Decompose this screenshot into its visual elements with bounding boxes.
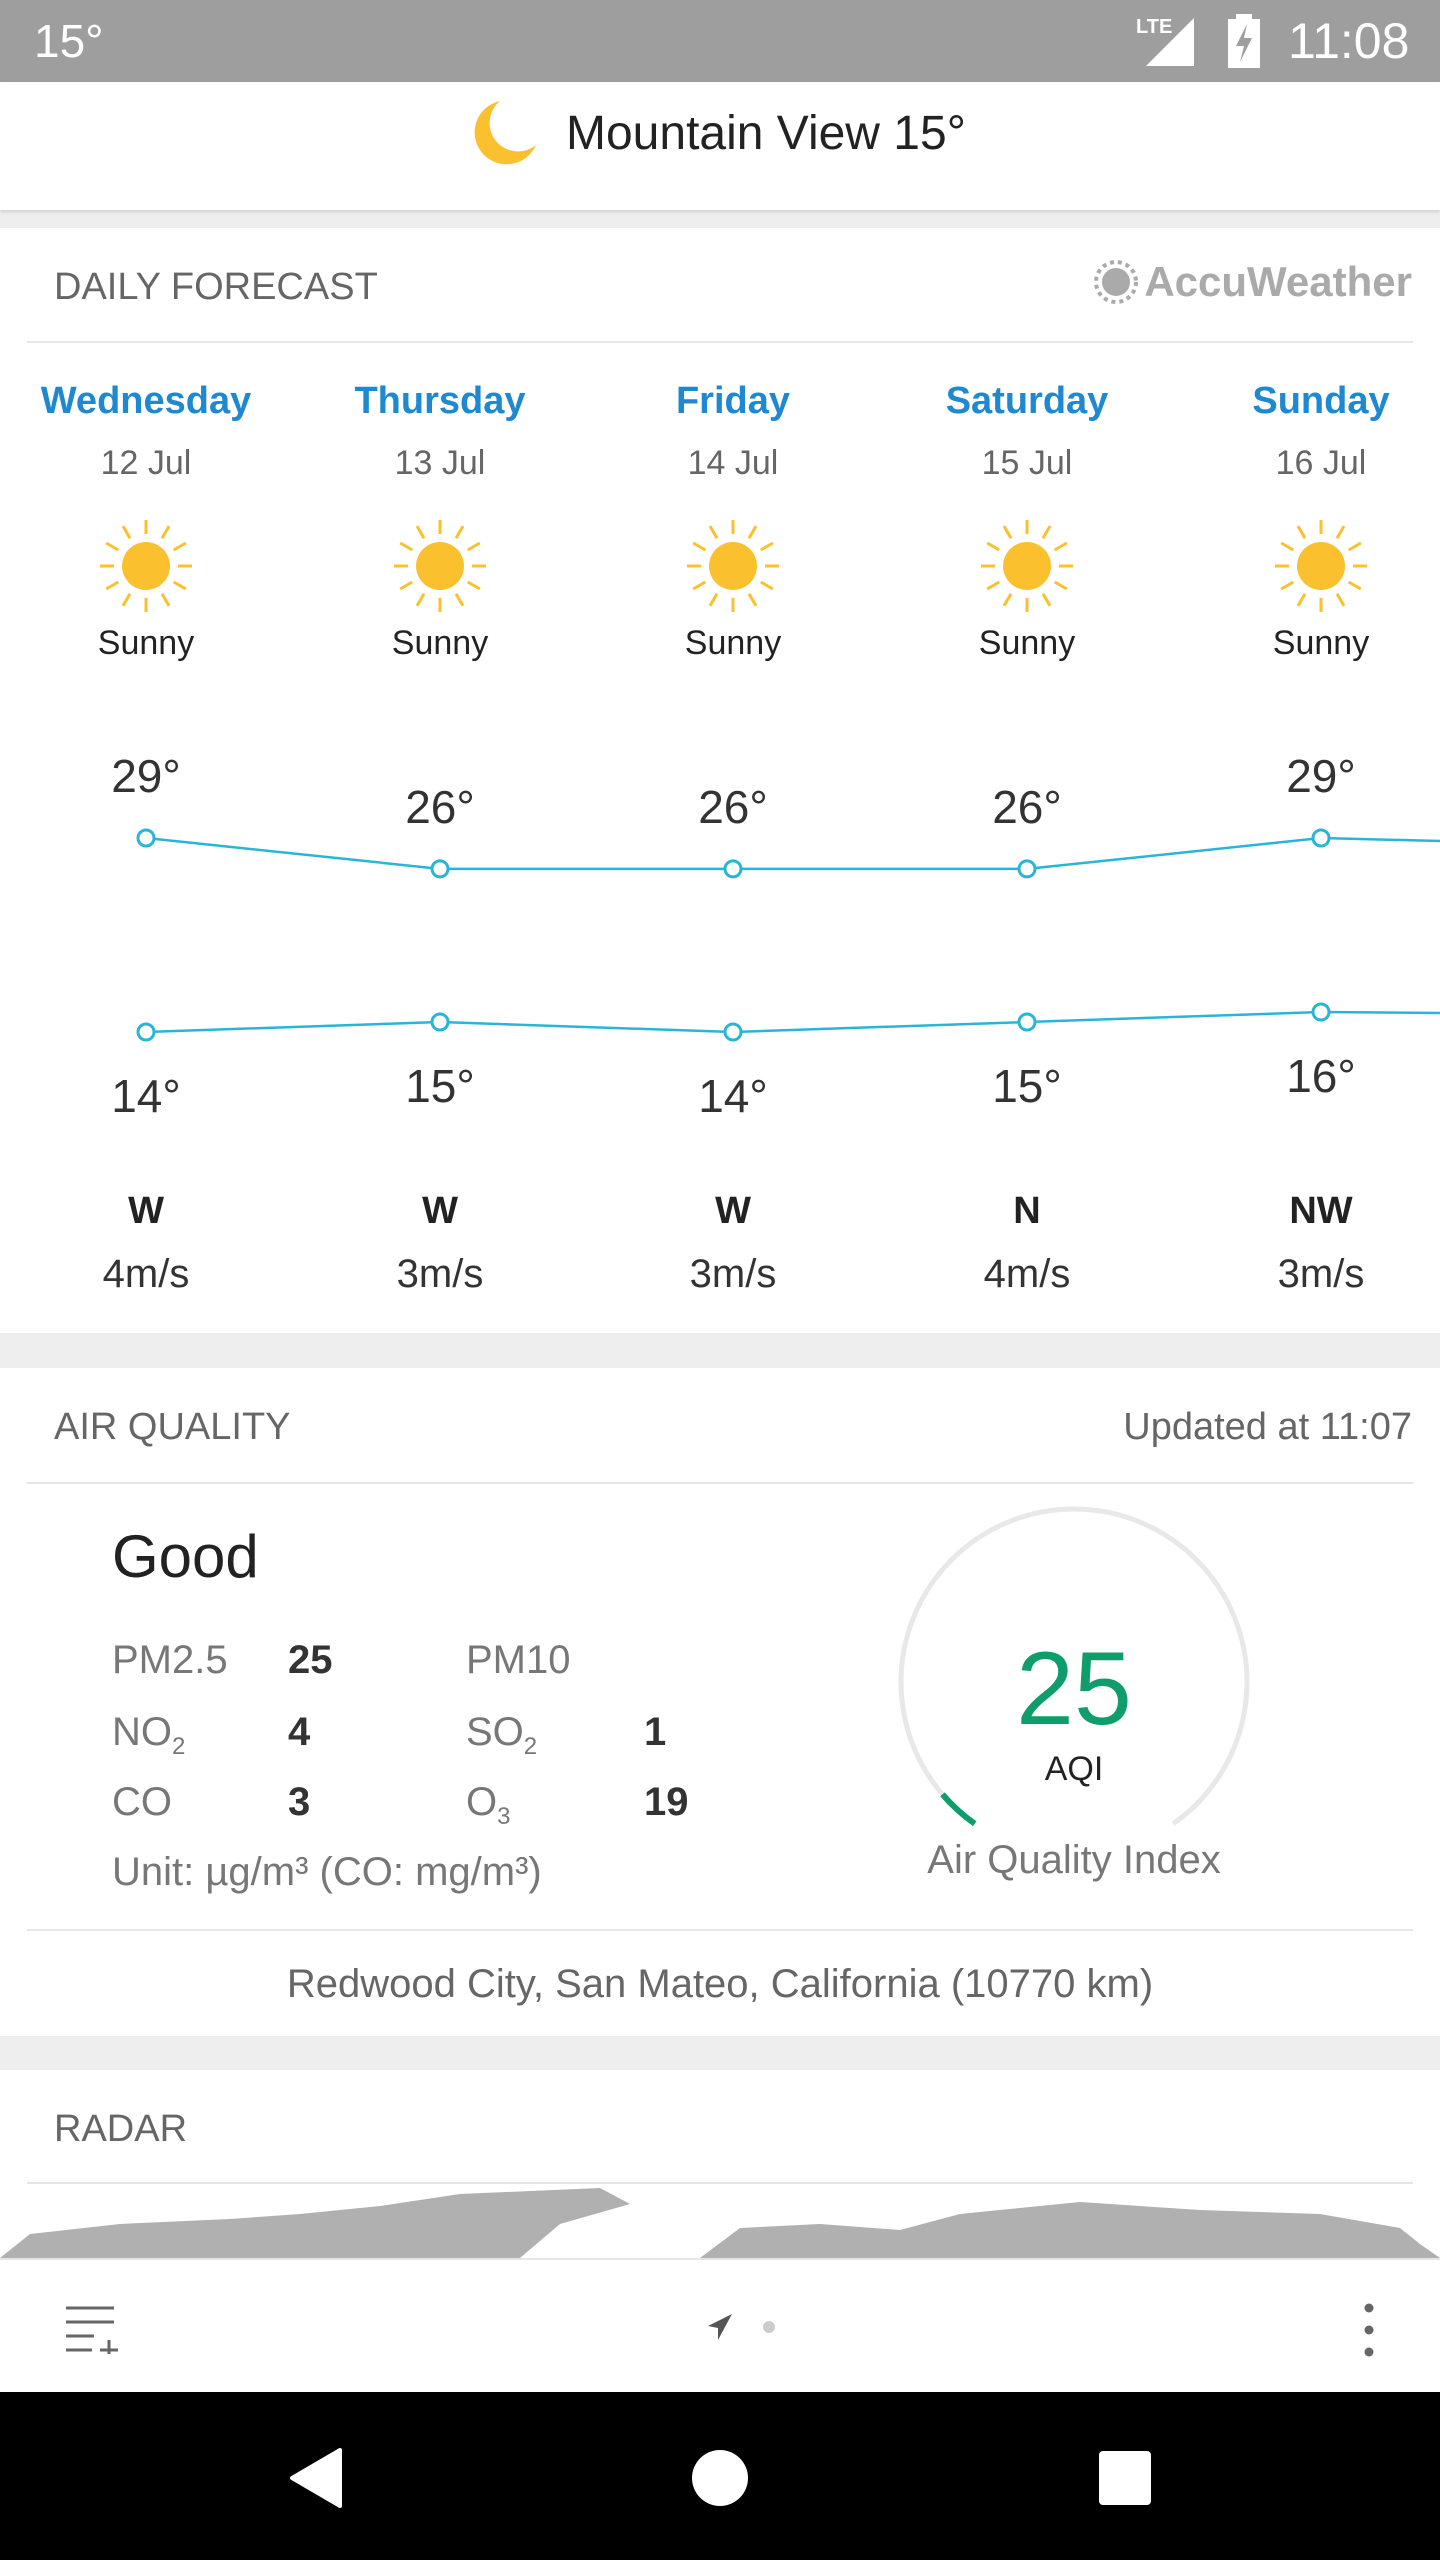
temperature-chart: 29° 26° 26° 26° 29° 14° 15° 14° 15° 16° <box>111 750 1440 1122</box>
aqi-label: AQI <box>1044 1750 1104 1788</box>
air-quality-card: AIR QUALITY Updated at 11:07 Good PM2.5 … <box>0 1368 1440 2036</box>
no2-label: NO2 <box>112 1710 185 1761</box>
o3-subscript: 3 <box>497 1803 511 1830</box>
divider <box>27 1929 1413 1931</box>
signal-icon <box>1146 18 1194 66</box>
no2-text: NO <box>112 1710 172 1754</box>
pm25-label: PM2.5 <box>112 1638 228 1682</box>
radar-card: RADAR <box>0 2070 1440 2258</box>
air-quality-heading: AIR QUALITY <box>54 1406 291 1448</box>
bottom-toolbar <box>0 2258 1440 2392</box>
low-temp-label: 14° <box>111 1070 181 1122</box>
low-temp-line <box>145 1010 1440 1034</box>
air-quality-level: Good <box>112 1523 259 1590</box>
low-temp-point <box>723 1022 743 1042</box>
so2-label: SO2 <box>466 1710 537 1761</box>
no2-value: 4 <box>288 1710 311 1754</box>
more-options-icon[interactable] <box>1362 2300 1376 2360</box>
current-location-icon[interactable] <box>706 2312 734 2342</box>
daily-forecast-card: DAILY FORECAST AccuWeather Wednesday 12 J… <box>0 228 1440 1333</box>
status-bar: 15° LTE 11:08 <box>0 0 1440 82</box>
low-temp-point <box>430 1012 450 1032</box>
high-temp-line <box>145 836 1440 871</box>
high-temp-point <box>1311 828 1331 848</box>
gauge-fill <box>940 1792 977 1827</box>
location-header[interactable]: Mountain View 15° <box>0 82 1440 210</box>
pm25-value: 25 <box>288 1638 333 1682</box>
high-temp-label: 26° <box>698 781 768 833</box>
recents-icon[interactable] <box>1098 2450 1152 2506</box>
o3-text: O <box>466 1780 498 1824</box>
co-value: 3 <box>288 1780 311 1824</box>
so2-value: 1 <box>644 1710 667 1754</box>
low-temp-point <box>136 1022 156 1042</box>
station-location[interactable]: Redwood City, San Mateo, California (107… <box>0 1962 1440 2007</box>
so2-text: SO <box>466 1710 524 1754</box>
status-temperature: 15° <box>34 15 104 67</box>
co-label: CO <box>112 1780 172 1824</box>
low-temp-label: 15° <box>992 1060 1062 1112</box>
high-temp-point <box>136 828 156 848</box>
location-title: Mountain View 15° <box>566 107 966 160</box>
o3-label: O3 <box>466 1780 510 1831</box>
gauge-caption: Air Quality Index <box>927 1838 1221 1882</box>
radar-map[interactable] <box>0 2184 1440 2258</box>
navigation-bar <box>0 2392 1440 2560</box>
pm10-label: PM10 <box>466 1638 571 1682</box>
clock: 11:08 <box>1288 13 1410 69</box>
low-temp-point <box>1311 1002 1331 1022</box>
low-temp-label: 16° <box>1286 1050 1356 1102</box>
radar-heading: RADAR <box>54 2108 188 2150</box>
high-temp-label: 29° <box>1286 750 1356 802</box>
high-temp-point <box>1017 859 1037 879</box>
unit-note: Unit: µg/m³ (CO: mg/m³) <box>112 1850 542 1894</box>
low-temp-point <box>1017 1012 1037 1032</box>
divider <box>27 1482 1413 1484</box>
high-temp-label: 29° <box>111 750 181 802</box>
high-temp-point <box>723 859 743 879</box>
low-temp-label: 15° <box>405 1060 475 1112</box>
o3-value: 19 <box>644 1780 689 1824</box>
no2-subscript: 2 <box>172 1733 186 1760</box>
high-temp-point <box>430 859 450 879</box>
high-temp-label: 26° <box>992 781 1062 833</box>
manage-locations-icon[interactable] <box>64 2304 118 2354</box>
back-icon[interactable] <box>288 2448 342 2508</box>
aqi-value: 25 <box>1016 1631 1132 1747</box>
home-icon[interactable] <box>690 2448 750 2508</box>
page-indicator-dot[interactable] <box>762 2320 776 2334</box>
low-temp-label: 14° <box>698 1070 768 1122</box>
high-temp-label: 26° <box>405 781 475 833</box>
so2-subscript: 2 <box>523 1733 538 1760</box>
updated-time: Updated at 11:07 <box>1123 1406 1412 1448</box>
moon-icon <box>474 101 536 165</box>
battery-charging-icon <box>1228 14 1260 68</box>
